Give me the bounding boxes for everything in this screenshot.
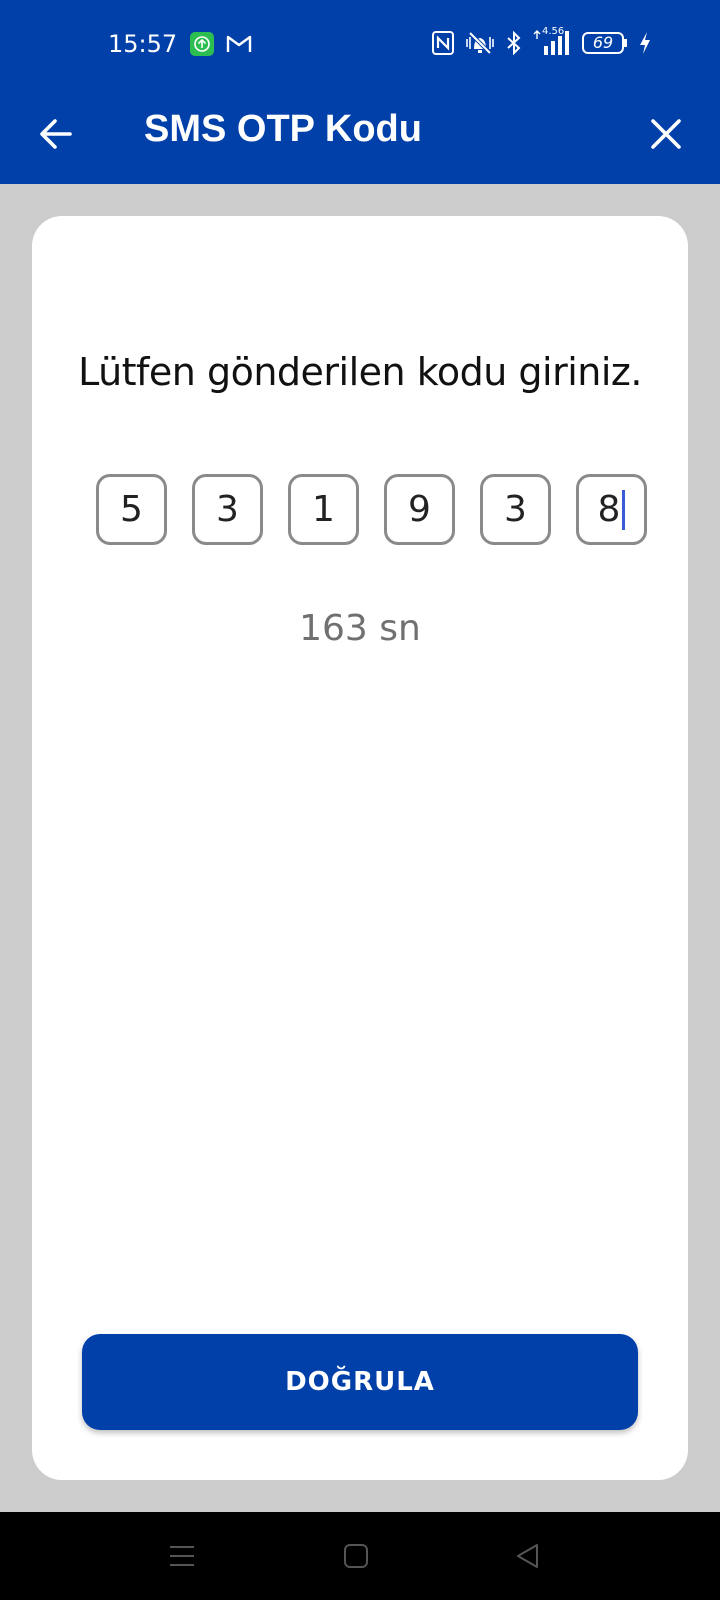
battery-icon: 69 [582, 31, 628, 55]
home-icon [341, 1541, 371, 1571]
countdown-timer: 163 sn [299, 608, 421, 649]
otp-digit-5[interactable]: 3 [480, 474, 551, 545]
notification-icons [190, 32, 252, 56]
home-button[interactable] [334, 1534, 378, 1578]
otp-digit-value: 8 [597, 489, 621, 530]
system-nav-bar [0, 1512, 720, 1600]
back-triangle-icon [513, 1541, 543, 1571]
recent-apps-button[interactable] [160, 1534, 204, 1578]
otp-digit-value: 5 [120, 489, 143, 530]
page-title: SMS OTP Kodu [144, 108, 422, 150]
otp-digit-6[interactable]: 8 [576, 474, 647, 545]
otp-digit-value: 3 [216, 489, 239, 530]
battery-level: 69 [592, 33, 614, 52]
vibrate-off-icon [464, 31, 496, 55]
verify-button-label: DOĞRULA [285, 1367, 435, 1397]
charging-icon [638, 31, 652, 55]
gmail-icon [226, 34, 252, 54]
back-button[interactable] [32, 110, 80, 158]
network-speed: 4.56 [542, 26, 565, 37]
otp-prompt: Lütfen gönderilen kodu giriniz. [78, 350, 642, 394]
otp-digit-1[interactable]: 5 [96, 474, 167, 545]
arrow-left-icon [36, 114, 76, 154]
app-bar: SMS OTP Kodu [0, 90, 720, 184]
otp-digit-3[interactable]: 1 [288, 474, 359, 545]
otp-digit-2[interactable]: 3 [192, 474, 263, 545]
status-time: 15:57 [108, 30, 178, 58]
bluetooth-icon [506, 31, 522, 55]
close-icon [649, 117, 683, 151]
otp-card: Lütfen gönderilen kodu giriniz. 5 3 1 9 … [32, 216, 688, 1480]
text-caret [622, 489, 626, 530]
status-right: 4.56 69 [432, 26, 652, 56]
app-update-icon [190, 32, 214, 56]
otp-digit-value: 3 [504, 489, 527, 530]
signal-icon: 4.56 [532, 26, 572, 56]
verify-button[interactable]: DOĞRULA [82, 1334, 638, 1430]
menu-icon [167, 1541, 197, 1571]
nfc-icon [432, 31, 454, 55]
status-bar: 15:57 4.56 69 [0, 0, 720, 90]
system-back-button[interactable] [506, 1534, 550, 1578]
otp-digit-value: 9 [408, 489, 431, 530]
otp-input-row: 5 3 1 9 3 8 [96, 474, 647, 545]
close-button[interactable] [642, 110, 690, 158]
otp-digit-value: 1 [312, 489, 335, 530]
otp-digit-4[interactable]: 9 [384, 474, 455, 545]
